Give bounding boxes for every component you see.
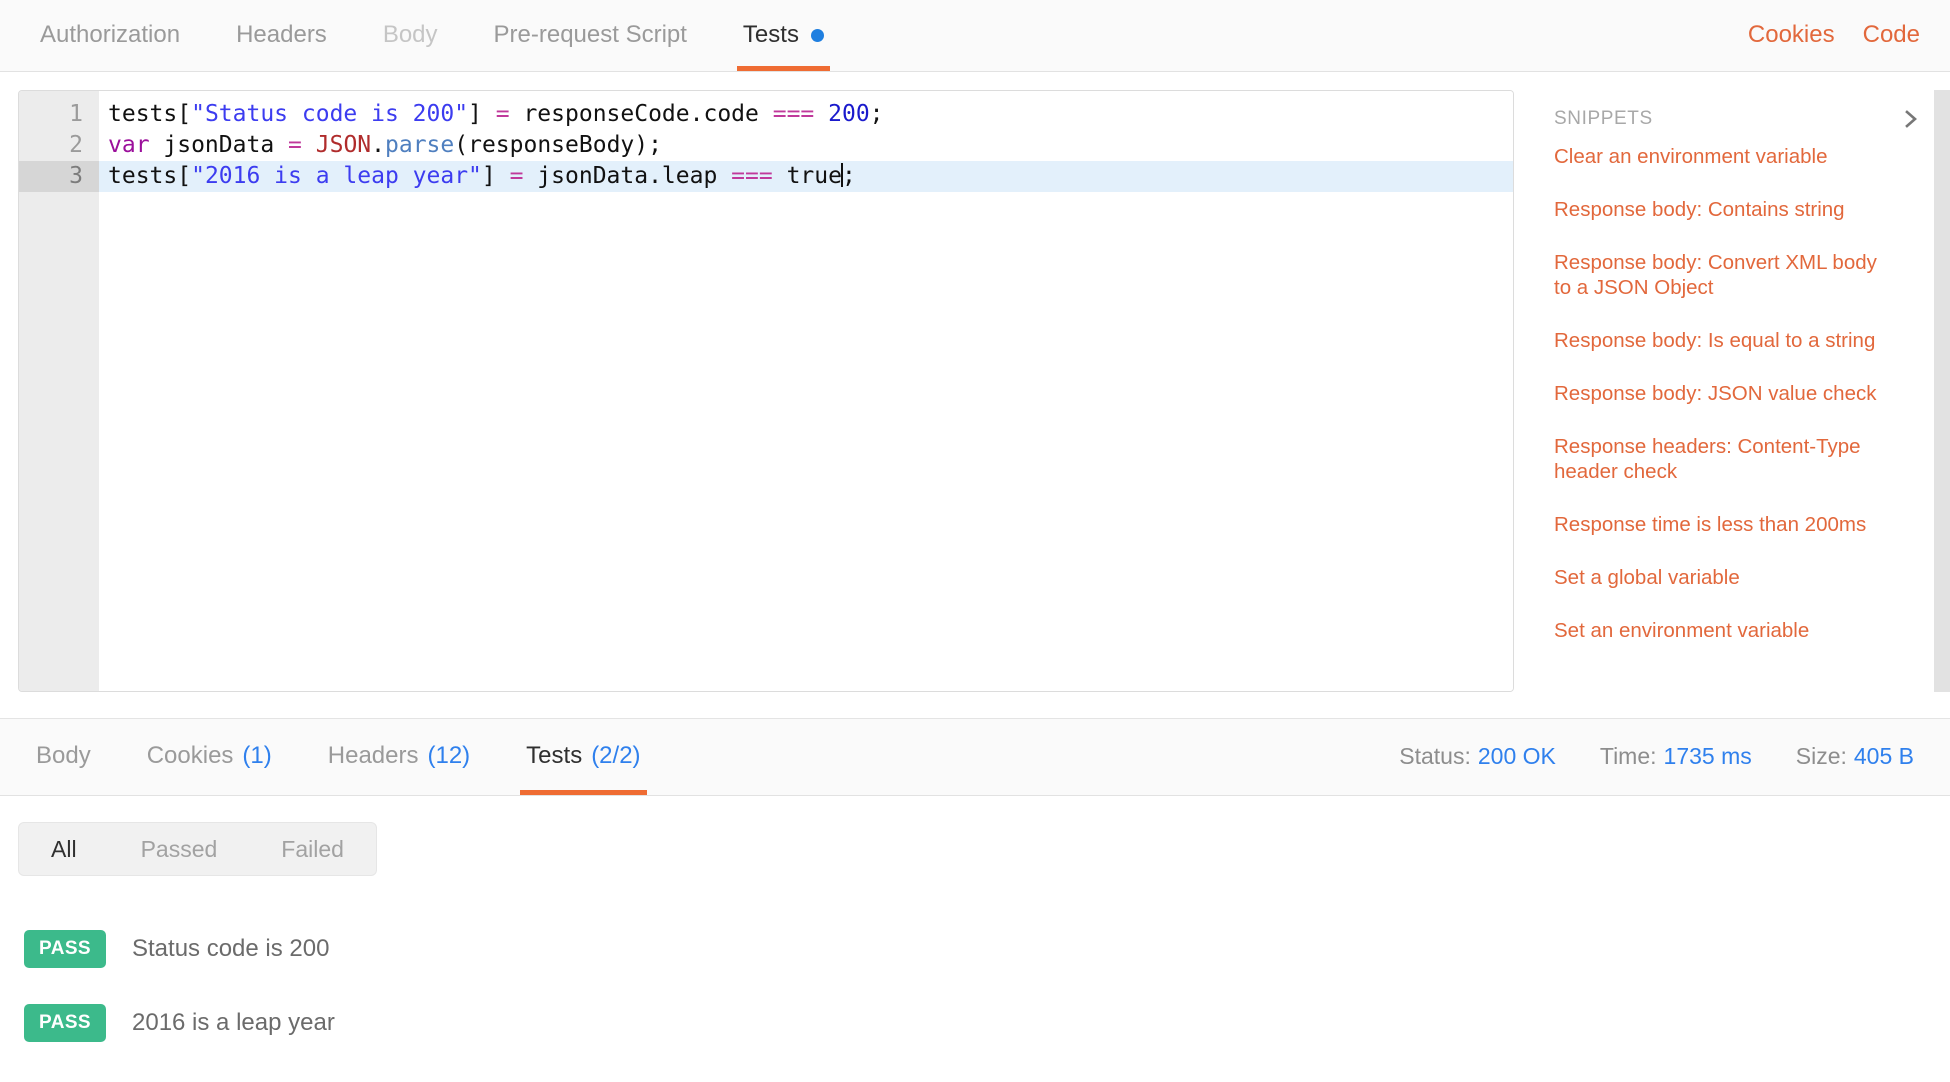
snippet-item[interactable]: Clear an environment variable bbox=[1554, 144, 1884, 169]
response-tab-cookies-count: (1) bbox=[242, 742, 272, 769]
tests-modified-dot-icon bbox=[810, 28, 824, 42]
code-token-operator: === bbox=[731, 163, 773, 189]
code-token: jsonData.leap bbox=[523, 163, 732, 189]
snippet-item[interactable]: Response body: Convert XML body to a JSO… bbox=[1554, 250, 1884, 300]
status-badge: PASS bbox=[24, 1004, 106, 1042]
code-line-2[interactable]: var jsonData = JSON.parse(responseBody); bbox=[99, 130, 1513, 161]
time-metric: Time: 1735 ms bbox=[1600, 743, 1752, 770]
code-token: tests[ bbox=[108, 163, 192, 189]
request-actions: Cookies Code bbox=[1748, 0, 1950, 71]
code-token: true bbox=[772, 163, 842, 189]
code-token-operator: = bbox=[495, 101, 510, 127]
code-token-class: JSON bbox=[315, 132, 372, 158]
time-label: Time: bbox=[1599, 742, 1657, 769]
snippets-title: SNIPPETS bbox=[1554, 108, 1653, 129]
snippets-list: Clear an environment variable Response b… bbox=[1528, 134, 1950, 692]
response-meta: Status: 200 OK Time: 1735 ms Size: 405 B bbox=[1399, 717, 1950, 795]
snippets-panel: SNIPPETS Clear an environment variable R… bbox=[1528, 90, 1950, 692]
code-token-keyword: var bbox=[108, 132, 150, 158]
response-tab-headers-count: (12) bbox=[427, 742, 471, 769]
code-token: jsonData bbox=[149, 132, 289, 158]
snippet-item[interactable]: Response time is less than 200ms bbox=[1554, 512, 1884, 537]
request-tab-bar: Authorization Headers Body Pre-request S… bbox=[0, 0, 1950, 72]
tab-pre-request-script-label: Pre-request Script bbox=[493, 21, 687, 48]
test-results-list: PASS Status code is 200 PASS 2016 is a l… bbox=[0, 912, 1950, 1060]
response-tab-body-label: Body bbox=[36, 742, 91, 769]
status-badge: PASS bbox=[24, 930, 106, 968]
editor-code-area[interactable]: tests["Status code is 200"] = responseCo… bbox=[99, 91, 1513, 691]
test-result-name: 2016 is a leap year bbox=[132, 1009, 335, 1036]
tab-body-label: Body bbox=[382, 21, 438, 48]
code-token: ] bbox=[468, 101, 496, 127]
filter-all[interactable]: All bbox=[19, 823, 109, 875]
code-token-string: "Status code is 200" bbox=[191, 101, 469, 127]
tab-body[interactable]: Body bbox=[355, 0, 466, 71]
response-tab-headers[interactable]: Headers (12) bbox=[300, 717, 498, 795]
response-tab-headers-label: Headers bbox=[327, 742, 419, 769]
code-line-1[interactable]: tests["Status code is 200"] = responseCo… bbox=[99, 99, 1513, 130]
line-number: 2 bbox=[69, 132, 83, 158]
response-tab-cookies[interactable]: Cookies (1) bbox=[119, 717, 300, 795]
test-result-row: PASS 2016 is a leap year bbox=[0, 986, 1950, 1060]
code-token-operator: === bbox=[772, 101, 815, 127]
time-value: 1735 ms bbox=[1663, 742, 1752, 769]
tests-code-editor[interactable]: 1 2 3 tests["Status code is 200"] = resp… bbox=[18, 90, 1514, 692]
snippets-header: SNIPPETS bbox=[1528, 90, 1950, 134]
tab-pre-request-script[interactable]: Pre-request Script bbox=[466, 0, 715, 71]
line-number: 1 bbox=[69, 101, 83, 127]
code-token: ; bbox=[841, 163, 856, 189]
code-token: (responseBody); bbox=[454, 132, 662, 158]
cookies-link[interactable]: Cookies bbox=[1748, 21, 1835, 49]
response-tab-bar: Body Cookies (1) Headers (12) Tests (2/2… bbox=[0, 718, 1950, 796]
code-token: responseCode.code bbox=[509, 101, 773, 127]
code-token-operator: = bbox=[509, 163, 524, 189]
snippet-item[interactable]: Response body: Is equal to a string bbox=[1554, 328, 1884, 353]
snippet-item[interactable]: Set an environment variable bbox=[1554, 618, 1884, 643]
panel-right-edge bbox=[1934, 90, 1950, 692]
status-label: Status: bbox=[1399, 742, 1471, 769]
code-token-string: "2016 is a leap year" bbox=[191, 163, 482, 189]
test-result-row: PASS Status code is 200 bbox=[0, 912, 1950, 986]
response-tab-body[interactable]: Body bbox=[8, 717, 119, 795]
size-value: 405 B bbox=[1853, 742, 1914, 769]
response-tab-tests-count: (2/2) bbox=[591, 742, 641, 769]
response-tabs: Body Cookies (1) Headers (12) Tests (2/2… bbox=[0, 717, 669, 795]
tab-authorization-label: Authorization bbox=[40, 21, 181, 48]
tab-tests-label: Tests bbox=[742, 21, 799, 48]
filter-passed[interactable]: Passed bbox=[109, 823, 250, 875]
size-metric: Size: 405 B bbox=[1796, 743, 1914, 770]
response-tab-tests[interactable]: Tests (2/2) bbox=[498, 717, 668, 795]
tab-headers[interactable]: Headers bbox=[208, 0, 355, 71]
code-token-function: parse bbox=[385, 132, 455, 158]
code-link[interactable]: Code bbox=[1863, 21, 1920, 49]
code-line-3[interactable]: tests["2016 is a leap year"] = jsonData.… bbox=[99, 161, 1513, 192]
status-value: 200 OK bbox=[1477, 742, 1556, 769]
snippet-item[interactable]: Response body: JSON value check bbox=[1554, 381, 1884, 406]
response-tab-cookies-label: Cookies bbox=[146, 742, 234, 769]
code-token-number: 200 bbox=[828, 101, 870, 127]
editor-line-number-gutter: 1 2 3 bbox=[19, 91, 99, 691]
code-token: ; bbox=[869, 101, 884, 127]
line-number: 3 bbox=[19, 161, 99, 192]
snippet-item[interactable]: Set a global variable bbox=[1554, 565, 1884, 590]
test-result-filters: All Passed Failed bbox=[18, 822, 377, 876]
tab-headers-label: Headers bbox=[236, 21, 327, 48]
code-token-operator: = bbox=[288, 132, 302, 158]
tab-authorization[interactable]: Authorization bbox=[12, 0, 208, 71]
size-label: Size: bbox=[1795, 742, 1847, 769]
snippet-item[interactable]: Response headers: Content-Type header ch… bbox=[1554, 434, 1884, 484]
status-metric: Status: 200 OK bbox=[1399, 743, 1556, 770]
test-result-name: Status code is 200 bbox=[132, 935, 330, 962]
filter-failed[interactable]: Failed bbox=[249, 823, 376, 875]
code-token: tests[ bbox=[108, 101, 192, 127]
snippet-item[interactable]: Response body: Contains string bbox=[1554, 197, 1884, 222]
request-tabs: Authorization Headers Body Pre-request S… bbox=[0, 0, 852, 71]
response-tab-tests-label: Tests bbox=[526, 742, 583, 769]
chevron-right-icon[interactable] bbox=[1898, 106, 1924, 132]
code-token: . bbox=[371, 132, 385, 158]
tab-tests[interactable]: Tests bbox=[715, 0, 852, 71]
code-token: ] bbox=[481, 163, 510, 189]
